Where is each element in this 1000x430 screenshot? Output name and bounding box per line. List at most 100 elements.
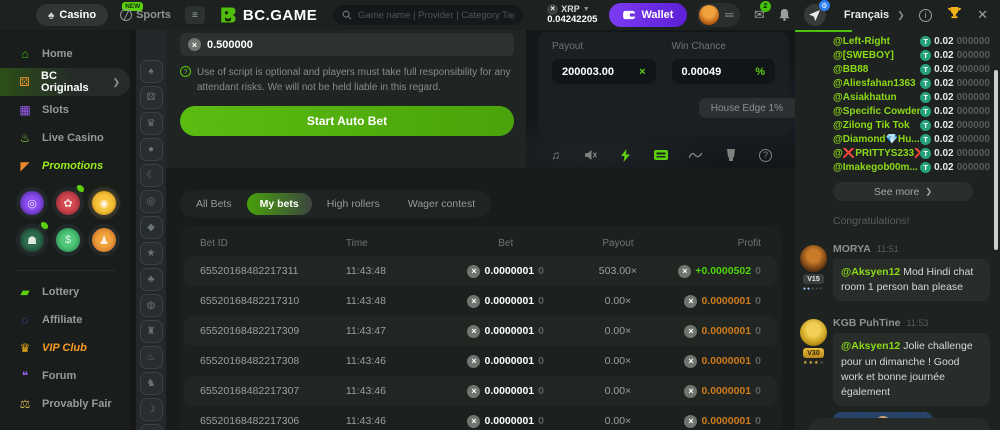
tether-coin-icon: T (920, 64, 931, 75)
live-casino-icon: ♨ (17, 131, 33, 145)
rain-username[interactable]: @Aliesfahan1363 (833, 78, 916, 89)
turbo-bolt-icon[interactable] (617, 147, 635, 163)
game-magic-hat-icon[interactable]: ☾ (140, 164, 163, 187)
hotkeys-keyboard-icon[interactable] (652, 147, 670, 163)
info-button[interactable]: i (919, 9, 932, 22)
game-wheel-icon[interactable]: ★ (140, 242, 163, 265)
casino-toggle[interactable]: ♠ Casino (36, 4, 108, 26)
rain-username[interactable]: @❌PRITTYS233❌ (833, 148, 920, 159)
forum-icon: ❝ (17, 369, 33, 383)
game-vision-icon[interactable]: ☽ (140, 398, 163, 421)
rewards-button[interactable] (948, 6, 961, 24)
promo-piggy-icon[interactable]: ◉ (88, 187, 120, 219)
win-chance-input[interactable]: 0.00049 % (672, 59, 776, 84)
promo-dollar-tag-icon[interactable]: $ (52, 224, 84, 256)
sidebar-item-forum[interactable]: ❝ Forum (0, 362, 130, 390)
see-more-button[interactable]: See more ❯ (833, 182, 973, 201)
bet-profit: ×0.00000010 (684, 325, 760, 338)
game-fishing-icon[interactable]: ♠ (140, 60, 163, 83)
sidebar-item-label: Promotions (42, 160, 103, 172)
sidebar-item-home[interactable]: ⌂ Home (0, 40, 130, 68)
balance-selector[interactable]: × XRP ▼ 0.04242205 (547, 4, 597, 25)
script-disclaimer: ? Use of script is optional and players … (180, 65, 514, 95)
mention[interactable]: @Aksyen12 (841, 266, 900, 278)
language-selector[interactable]: Français ❯ (844, 9, 905, 21)
rain-username[interactable]: @Diamond💎Hu... (833, 134, 920, 145)
sound-icon[interactable] (582, 147, 600, 163)
game-oracle-icon[interactable]: ♨ (140, 346, 163, 369)
trends-icon[interactable] (687, 147, 705, 163)
music-icon[interactable]: ♫ (547, 147, 565, 163)
rain-username[interactable]: @[SWEBOY] (833, 50, 894, 61)
menu-button[interactable]: ≡ (185, 6, 205, 24)
chat-scrollbar[interactable] (994, 70, 998, 250)
wallet-button[interactable]: Wallet (609, 3, 687, 27)
game-keno-icon[interactable]: ♛ (140, 112, 163, 135)
notifications-button[interactable] (779, 9, 790, 21)
table-row[interactable]: 6552016848221730611:43:46×0.000000100.00… (184, 406, 777, 430)
seed-icon[interactable] (722, 147, 740, 163)
rain-amount: T0.02000000 (920, 92, 990, 103)
game-knife-icon[interactable]: ♞ (140, 372, 163, 395)
game-plinko-icon[interactable]: ▼ (140, 424, 163, 430)
sidebar-item-provably-fair[interactable]: ⚖ Provably Fair (0, 390, 130, 418)
message-username[interactable]: MORYA (833, 243, 871, 255)
bet-payout: 0.00× (605, 295, 632, 307)
table-row[interactable]: 6552016848221730811:43:46×0.000000100.00… (184, 346, 777, 376)
rain-username[interactable]: @BB88 (833, 64, 868, 75)
sidebar-item-vip-club[interactable]: ♛ VIP Club (0, 334, 130, 362)
avatar[interactable] (800, 245, 827, 272)
search-input[interactable]: Game name | Provider | Category Tag (333, 5, 523, 25)
message-username[interactable]: KGB PuhTine (833, 317, 900, 329)
game-baccarat-icon[interactable]: ◍ (140, 294, 163, 317)
inbox-button[interactable]: ✉ 2 (754, 7, 765, 23)
game-twist-icon[interactable]: ♣ (140, 268, 163, 291)
table-row[interactable]: 6552016848221731011:43:48×0.000000100.00… (184, 286, 777, 316)
profile-menu[interactable]: ≡≡ (697, 3, 740, 27)
rain-username[interactable]: @Zilong Tik Tok (833, 120, 910, 131)
tab-my-bets[interactable]: My bets (247, 193, 312, 215)
rain-username[interactable]: @Left-Right (833, 36, 890, 47)
rain-username[interactable]: @Asiakhatun (833, 92, 897, 103)
rain-username[interactable]: @Imakegob00m... (833, 162, 918, 173)
close-icon[interactable]: ✕ (977, 7, 988, 23)
game-roulette-icon[interactable]: ◎ (140, 190, 163, 213)
promo-target-icon[interactable]: ◎ (16, 187, 48, 219)
bet-payout: 0.00× (605, 385, 632, 397)
table-row[interactable]: 6552016848221731111:43:48×0.00000010503.… (184, 256, 777, 286)
help-icon[interactable]: ? (757, 147, 775, 163)
avatar[interactable] (800, 319, 827, 346)
bc-game-logo[interactable]: BC.GAME (219, 6, 317, 24)
sidebar-item-label: Home (42, 48, 73, 60)
table-row[interactable]: 6552016848221730911:43:47×0.000000100.00… (184, 316, 777, 346)
promo-hood-icon[interactable]: ☗ (16, 224, 48, 256)
sidebar-item-promotions[interactable]: ◤ Promotions (0, 152, 130, 180)
promo-wheel-icon[interactable]: ✿ (52, 187, 84, 219)
tab-all-bets[interactable]: All Bets (183, 193, 245, 215)
tether-coin-icon: T (920, 162, 931, 173)
sports-toggle[interactable]: NEW Sports (120, 9, 171, 21)
table-row[interactable]: 6552016848221730711:43:46×0.000000100.00… (184, 376, 777, 406)
rain-username[interactable]: @Specific Cowden (833, 106, 920, 117)
mention[interactable]: @Aksyen12 (841, 340, 900, 352)
game-crash-icon[interactable]: ● (140, 138, 163, 161)
game-mines-icon[interactable]: ◆ (140, 216, 163, 239)
payout-input[interactable]: 200003.00 × (552, 59, 656, 84)
bet-id: 65520168482217311 (200, 265, 346, 277)
sidebar-item-bc-originals[interactable]: ⚄ BC Originals ❯ (0, 68, 130, 96)
sidebar-item-slots[interactable]: ▦ Slots (0, 96, 130, 124)
sidebar-item-affiliate[interactable]: ◌ Affiliate (0, 306, 130, 334)
chat-input[interactable] (809, 418, 990, 430)
game-dice-icon[interactable]: ⚄ (140, 86, 163, 109)
tab-high-rollers[interactable]: High rollers (314, 193, 393, 215)
chat-toggle-button[interactable]: ⚙ (804, 4, 826, 26)
game-tower-icon[interactable]: ♜ (140, 320, 163, 343)
promo-member-icon[interactable]: ♟ (88, 224, 120, 256)
sidebar-item-label: Lottery (42, 286, 79, 298)
start-auto-bet-button[interactable]: Start Auto Bet (180, 106, 514, 136)
sidebar-item-live-casino[interactable]: ♨ Live Casino (0, 124, 130, 152)
bet-amount-input[interactable]: × 0.500000 (180, 33, 514, 56)
sidebar-item-lottery[interactable]: ▰ Lottery (0, 278, 130, 306)
tab-wager-contest[interactable]: Wager contest (395, 193, 488, 215)
bet-payout: 0.00× (605, 325, 632, 337)
